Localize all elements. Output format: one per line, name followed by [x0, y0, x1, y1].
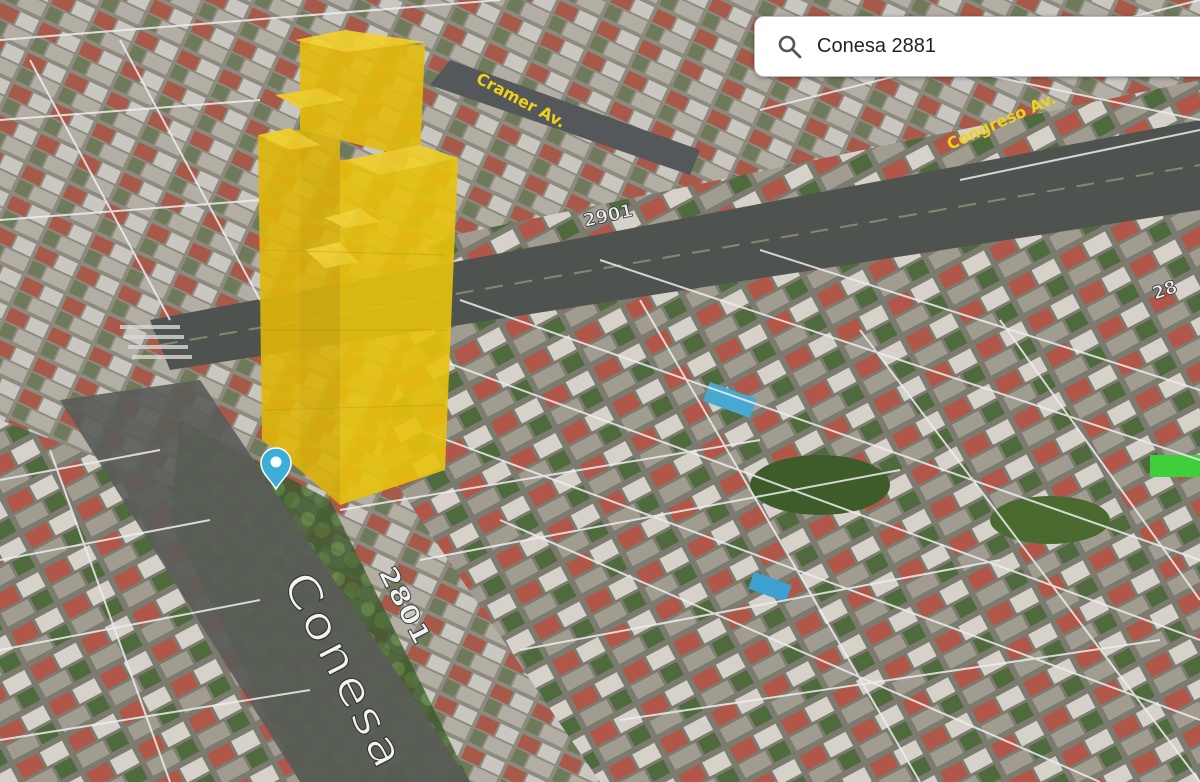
- search-icon[interactable]: [777, 34, 803, 60]
- search-bar[interactable]: [754, 16, 1200, 77]
- search-input[interactable]: [817, 35, 1117, 58]
- tree-canopy: [990, 496, 1110, 544]
- satellite-map-view[interactable]: Conesa 2801 Cramer Av. Congreso Av. 2901…: [0, 0, 1200, 782]
